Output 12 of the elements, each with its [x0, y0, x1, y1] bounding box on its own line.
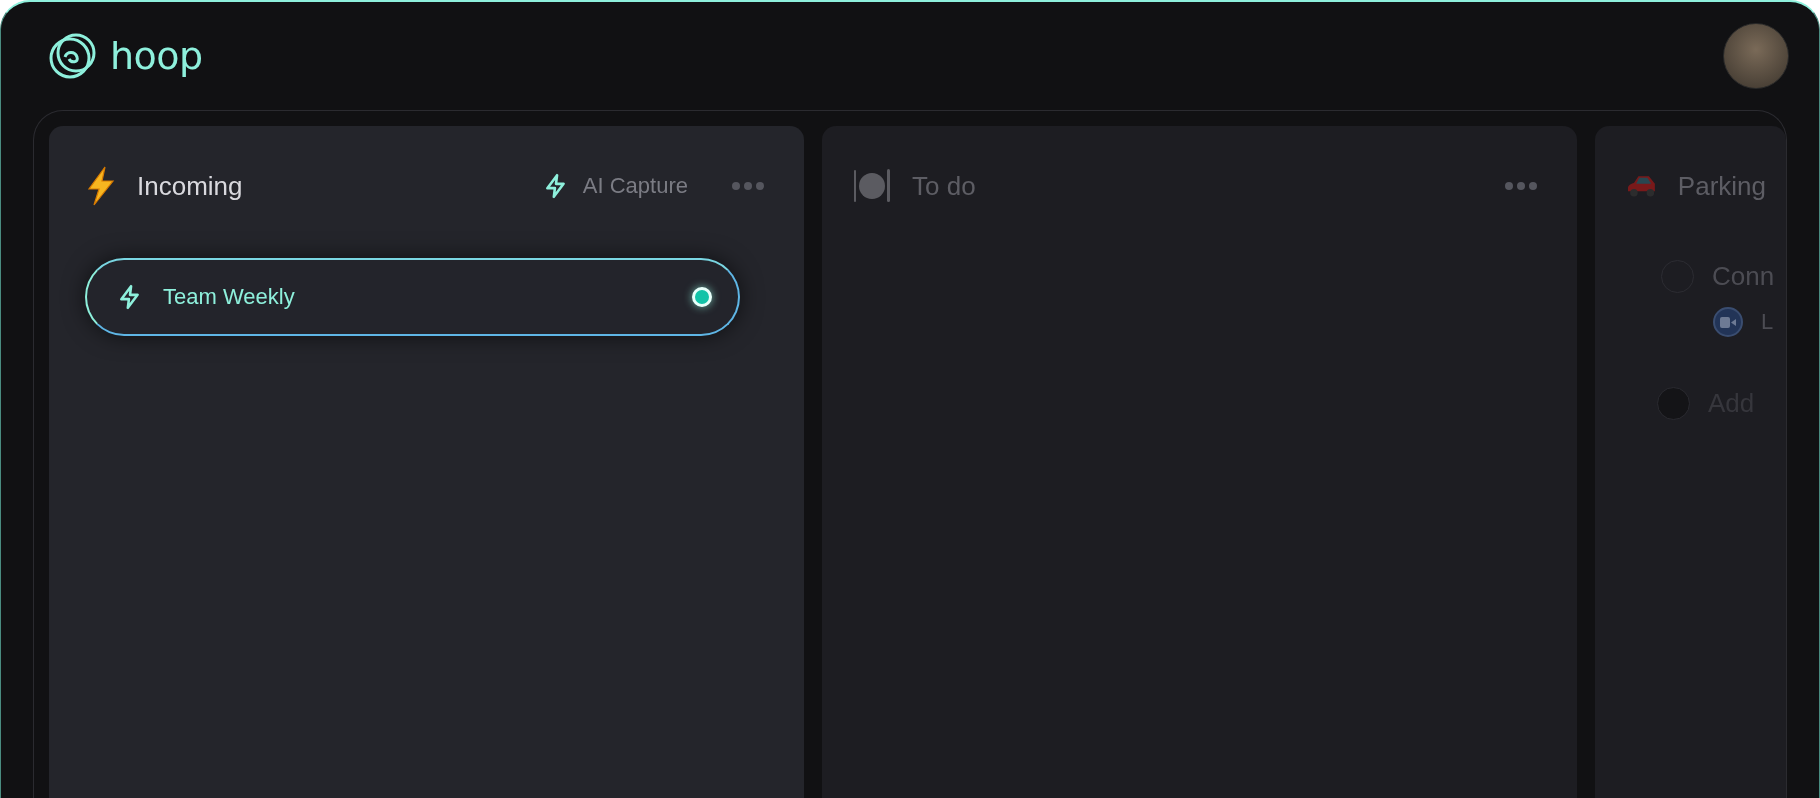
column-title: Incoming: [137, 170, 243, 202]
lightning-icon: [85, 166, 117, 206]
logo-icon: [48, 31, 98, 81]
video-icon: [1713, 307, 1743, 337]
plate-icon: [852, 167, 892, 205]
card-title: Team Weekly: [163, 284, 296, 310]
add-task-circle[interactable]: [1657, 387, 1690, 420]
column-title: To do: [912, 170, 976, 202]
logo-text: hoop: [110, 37, 203, 75]
ai-capture-button[interactable]: AI Capture: [542, 173, 688, 199]
column-title: Parking: [1677, 170, 1766, 202]
capture-card[interactable]: Team Weekly: [85, 258, 740, 336]
